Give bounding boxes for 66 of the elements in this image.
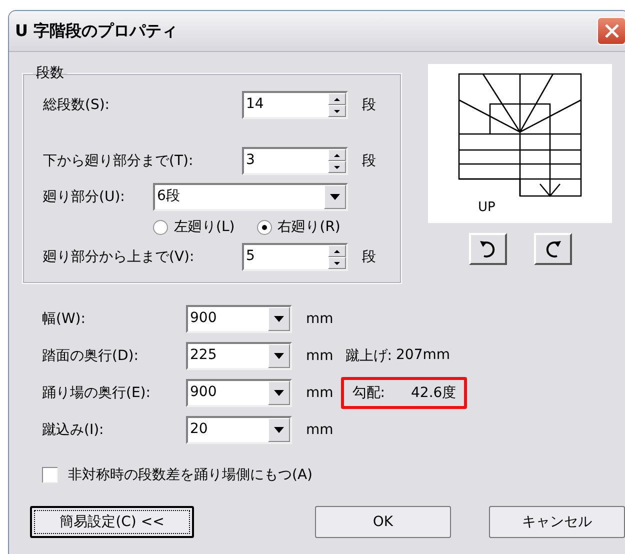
field-label: 踊り場の奥行(E): bbox=[42, 384, 152, 402]
field-label: 蹴込み(I): bbox=[42, 420, 105, 438]
close-button[interactable] bbox=[597, 17, 625, 45]
field-label: 幅(W): bbox=[42, 310, 86, 328]
radio-option[interactable]: 右廻り(R) bbox=[256, 218, 340, 236]
unit-label: mm bbox=[306, 384, 334, 400]
field-label: 総段数(S): bbox=[43, 96, 111, 114]
readout-label: 勾配: bbox=[352, 384, 385, 402]
dropdown-field[interactable]: 6段 bbox=[153, 183, 348, 211]
spin-down-icon bbox=[333, 260, 341, 266]
dropdown-caret-icon bbox=[274, 390, 284, 396]
field-label: 踏面の奥行(D): bbox=[42, 346, 140, 364]
dropdown-button[interactable] bbox=[268, 306, 290, 330]
spin-up-button[interactable] bbox=[328, 93, 346, 105]
dropdown-field[interactable]: 900 bbox=[186, 304, 292, 332]
spin-up-button[interactable] bbox=[328, 149, 346, 161]
radio-button[interactable] bbox=[153, 220, 168, 234]
up-label: UP bbox=[477, 200, 496, 215]
spin-down-button[interactable] bbox=[328, 105, 346, 117]
close-icon bbox=[604, 23, 620, 39]
spin-field[interactable]: 5 bbox=[242, 243, 348, 271]
dialog-button[interactable]: キャンセル bbox=[489, 506, 625, 538]
unit-label: 段 bbox=[362, 152, 376, 170]
dropdown-field[interactable]: 225 bbox=[186, 342, 292, 370]
field-label: 廻り部分から上まで(V): bbox=[43, 248, 196, 266]
window-title: U 字階段のプロパティ bbox=[15, 20, 178, 42]
dropdown-button[interactable] bbox=[268, 380, 290, 404]
spin-down-icon bbox=[333, 164, 341, 170]
spin-up-button[interactable] bbox=[328, 245, 346, 257]
dialog-button[interactable]: OK bbox=[315, 506, 451, 538]
field-label: 廻り部分(U): bbox=[43, 188, 126, 206]
dropdown-caret-icon bbox=[274, 352, 284, 358]
rotate-left-icon bbox=[478, 239, 498, 259]
spin-up-icon bbox=[333, 152, 341, 158]
spin-field[interactable]: 14 bbox=[242, 91, 348, 119]
readout-label: 蹴上げ: bbox=[345, 346, 392, 364]
dropdown-field[interactable]: 900 bbox=[186, 378, 292, 406]
spin-down-button[interactable] bbox=[328, 257, 346, 269]
dialog-button[interactable]: 簡易設定(C) << bbox=[30, 506, 194, 538]
unit-label: 段 bbox=[362, 248, 376, 266]
unit-label: 段 bbox=[362, 96, 376, 114]
rotate-left-button[interactable] bbox=[468, 233, 506, 265]
dropdown-field[interactable]: 20 bbox=[186, 416, 292, 444]
group-title: 段数 bbox=[35, 64, 65, 82]
readout-value: 207mm bbox=[396, 346, 450, 364]
dropdown-caret-icon bbox=[274, 426, 284, 432]
rotate-right-button[interactable] bbox=[534, 233, 572, 265]
field-label: 下から廻り部分まで(T): bbox=[43, 152, 194, 170]
spin-up-icon bbox=[333, 96, 341, 102]
spin-up-icon bbox=[333, 248, 341, 254]
spin-down-icon bbox=[333, 108, 341, 114]
unit-label: mm bbox=[306, 310, 334, 326]
dropdown-caret-icon bbox=[330, 194, 340, 200]
unit-label: mm bbox=[306, 422, 334, 438]
checkbox[interactable] bbox=[42, 467, 58, 483]
spin-down-button[interactable] bbox=[328, 161, 346, 173]
radio-button[interactable] bbox=[256, 220, 272, 234]
dropdown-caret-icon bbox=[274, 316, 284, 322]
spin-field[interactable]: 3 bbox=[242, 147, 348, 175]
readout-value: 42.6度 bbox=[411, 384, 456, 402]
dropdown-button[interactable] bbox=[324, 185, 346, 209]
unit-label: mm bbox=[306, 348, 334, 364]
radio-option[interactable]: 左廻り(L) bbox=[153, 218, 235, 236]
dropdown-button[interactable] bbox=[268, 418, 290, 442]
dropdown-button[interactable] bbox=[268, 344, 290, 368]
checkbox-option[interactable]: 非対称時の段数差を踊り場側にもつ(A) bbox=[42, 466, 625, 484]
